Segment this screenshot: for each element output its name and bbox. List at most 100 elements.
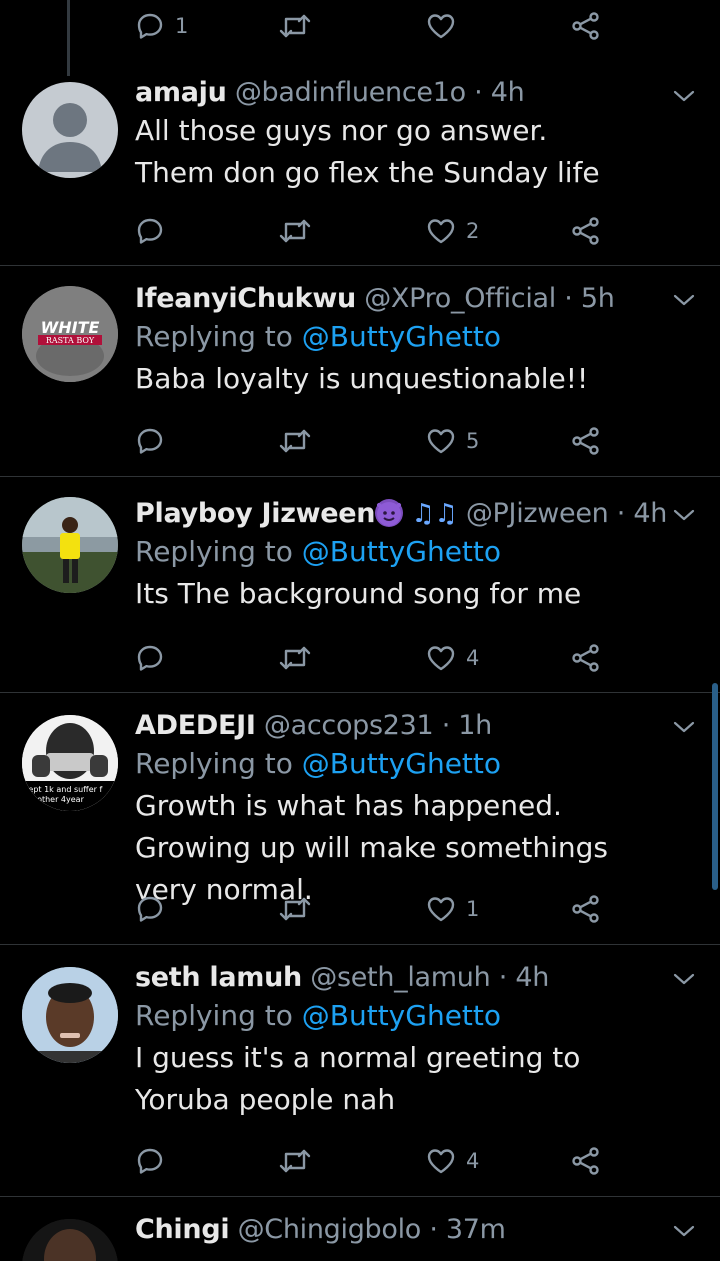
replying-to-label: Replying to bbox=[135, 535, 293, 568]
tweet-time[interactable]: 4h bbox=[633, 498, 667, 529]
share-button[interactable] bbox=[571, 211, 601, 251]
like-button[interactable] bbox=[426, 6, 456, 46]
avatar[interactable]: cept 1k and suffer f nother 4year bbox=[22, 715, 118, 811]
tweet-time[interactable]: 5h bbox=[581, 283, 615, 314]
tweet-header: amaju @badinfluence1o · 4h bbox=[135, 76, 660, 110]
replying-to: Replying to @ButtyGhetto bbox=[135, 531, 660, 573]
avatar[interactable] bbox=[22, 497, 118, 593]
chevron-down-icon[interactable] bbox=[672, 967, 696, 991]
share-button[interactable] bbox=[571, 1141, 601, 1181]
display-name[interactable]: seth lamuh bbox=[135, 962, 302, 993]
avatar[interactable] bbox=[22, 1219, 118, 1261]
retweet-button[interactable] bbox=[278, 211, 312, 251]
chevron-down-icon[interactable] bbox=[672, 715, 696, 739]
user-handle[interactable]: @accops231 bbox=[264, 710, 434, 741]
scrollbar[interactable] bbox=[712, 683, 718, 890]
tweet-time[interactable]: 37m bbox=[446, 1214, 506, 1245]
mention-link[interactable]: @ButtyGhetto bbox=[302, 999, 501, 1032]
tweet-header: IfeanyiChukwu @XPro_Official · 5h bbox=[135, 282, 660, 316]
avatar[interactable]: WHITE RASTA BOY bbox=[22, 286, 118, 382]
mention-link[interactable]: @ButtyGhetto bbox=[302, 320, 501, 353]
tweet[interactable]: cept 1k and suffer f nother 4year ADEDEJ… bbox=[0, 693, 720, 945]
user-handle[interactable]: @PJizween bbox=[466, 498, 609, 529]
retweet-icon bbox=[278, 894, 312, 924]
avatar-caption-2: nother 4year bbox=[32, 795, 85, 804]
tweet-action-bar: 4 bbox=[0, 1141, 720, 1181]
tweet-text: Baba loyalty is unquestionable!! bbox=[135, 362, 589, 395]
user-handle[interactable]: @XPro_Official bbox=[364, 283, 556, 314]
reply-button[interactable] bbox=[135, 211, 165, 251]
tweet-text: Its The background song for me bbox=[135, 577, 582, 610]
separator-dot: · bbox=[441, 710, 451, 741]
heart-icon bbox=[426, 643, 456, 673]
replying-to-label: Replying to bbox=[135, 999, 293, 1032]
retweet-icon bbox=[278, 216, 312, 246]
retweet-icon bbox=[278, 11, 312, 41]
mention-link[interactable]: @ButtyGhetto bbox=[302, 747, 501, 780]
default-avatar-icon bbox=[38, 103, 102, 172]
tweet-time[interactable]: 4h bbox=[491, 77, 525, 108]
separator-dot: · bbox=[564, 283, 573, 314]
tweet[interactable]: seth lamuh @seth_lamuh · 4h Replying to … bbox=[0, 945, 720, 1197]
like-button[interactable]: 2 bbox=[426, 211, 479, 251]
user-handle[interactable]: @badinfluence1o bbox=[235, 77, 466, 108]
share-button[interactable] bbox=[571, 889, 601, 929]
retweet-icon bbox=[278, 1146, 312, 1176]
retweet-button[interactable] bbox=[278, 638, 312, 678]
share-button[interactable] bbox=[571, 6, 601, 46]
chevron-down-icon[interactable] bbox=[672, 84, 696, 108]
display-name[interactable]: IfeanyiChukwu bbox=[135, 283, 356, 314]
like-button[interactable]: 4 bbox=[426, 1141, 479, 1181]
reply-button[interactable] bbox=[135, 889, 165, 929]
retweet-button[interactable] bbox=[278, 421, 312, 461]
like-count: 1 bbox=[466, 897, 480, 921]
avatar-text-white: WHITE bbox=[41, 318, 100, 337]
display-name[interactable]: amaju bbox=[135, 77, 227, 108]
like-count: 5 bbox=[466, 429, 480, 453]
avatar-caption-1: cept 1k and suffer f bbox=[24, 785, 102, 794]
avatar[interactable] bbox=[22, 82, 118, 178]
replying-to: Replying to @ButtyGhetto bbox=[135, 995, 660, 1037]
chevron-down-icon[interactable] bbox=[672, 288, 696, 312]
tweet[interactable]: WHITE RASTA BOY IfeanyiChukwu @XPro_Offi… bbox=[0, 266, 720, 477]
chevron-down-icon[interactable] bbox=[672, 1219, 696, 1243]
share-button[interactable] bbox=[571, 638, 601, 678]
user-handle[interactable]: @seth_lamuh bbox=[310, 962, 490, 993]
separator-dot: · bbox=[429, 1214, 438, 1245]
like-button[interactable]: 5 bbox=[426, 421, 479, 461]
tweet-text: I guess it's a normal greeting to Yoruba… bbox=[135, 1041, 581, 1116]
avatar[interactable] bbox=[22, 967, 118, 1063]
heart-icon bbox=[426, 426, 456, 456]
display-name[interactable]: ADEDEJI bbox=[135, 710, 256, 741]
mention-link[interactable]: @ButtyGhetto bbox=[302, 535, 501, 568]
reply-icon bbox=[135, 643, 165, 673]
tweet[interactable]: Chingi @Chingigbolo · 37m bbox=[0, 1197, 720, 1261]
heart-icon bbox=[426, 1146, 456, 1176]
user-handle[interactable]: @Chingigbolo bbox=[238, 1214, 422, 1245]
tweet[interactable]: Playboy Jizween ♫♫ @PJizween · 4h Replyi… bbox=[0, 477, 720, 693]
reply-button[interactable] bbox=[135, 638, 165, 678]
like-button[interactable]: 4 bbox=[426, 638, 479, 678]
like-button[interactable]: 1 bbox=[426, 889, 479, 929]
like-count: 4 bbox=[466, 646, 480, 670]
avatar-image: cept 1k and suffer f nother 4year bbox=[22, 715, 118, 811]
retweet-button[interactable] bbox=[278, 1141, 312, 1181]
retweet-button[interactable] bbox=[278, 6, 312, 46]
display-name[interactable]: Playboy Jizween bbox=[135, 498, 376, 529]
reply-button[interactable] bbox=[135, 1141, 165, 1181]
tweet-time[interactable]: 1h bbox=[458, 710, 492, 741]
reply-button[interactable] bbox=[135, 421, 165, 461]
replying-to: Replying to @ButtyGhetto bbox=[135, 743, 660, 785]
chevron-down-icon[interactable] bbox=[672, 503, 696, 527]
display-name[interactable]: Chingi bbox=[135, 1214, 230, 1245]
share-button[interactable] bbox=[571, 421, 601, 461]
reply-icon bbox=[135, 426, 165, 456]
avatar-text-rasta: RASTA BOY bbox=[46, 336, 95, 345]
tweet[interactable]: amaju @badinfluence1o · 4h All those guy… bbox=[0, 62, 720, 266]
tweet-header: Chingi @Chingigbolo · 37m bbox=[135, 1213, 660, 1247]
retweet-button[interactable] bbox=[278, 889, 312, 929]
reply-button[interactable]: 1 bbox=[135, 6, 188, 46]
share-icon bbox=[571, 1146, 601, 1176]
tweet-time[interactable]: 4h bbox=[515, 962, 549, 993]
reply-icon bbox=[135, 216, 165, 246]
